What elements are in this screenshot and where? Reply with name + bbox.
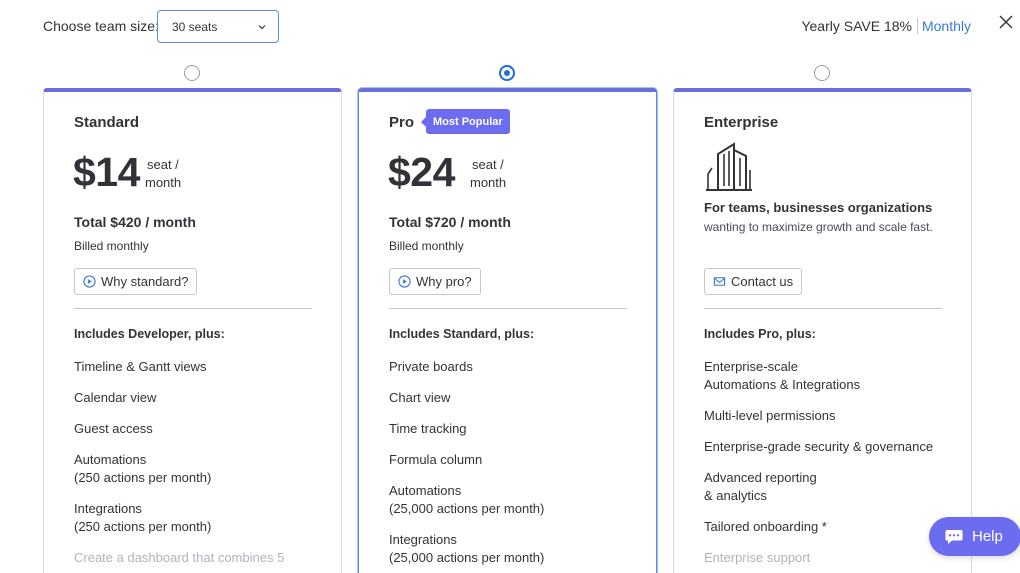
help-button[interactable]: Help bbox=[929, 517, 1020, 556]
contact-us-label: Contact us bbox=[731, 274, 794, 289]
mail-icon bbox=[713, 277, 726, 286]
plan-name: Enterprise bbox=[704, 114, 779, 131]
feature-item: Create a dashboard that combines 5 bbox=[74, 550, 285, 565]
includes-heading: Includes Standard, plus: bbox=[389, 327, 535, 341]
feature-item: Time tracking bbox=[389, 421, 467, 436]
why-standard-label: Why standard? bbox=[101, 274, 189, 289]
yearly-option[interactable]: Yearly SAVE 18% bbox=[801, 18, 912, 34]
feature-item: Guest access bbox=[74, 421, 153, 436]
feature-item: Private boards bbox=[389, 359, 473, 374]
plan-price: $24 bbox=[388, 149, 455, 195]
divider bbox=[389, 308, 627, 309]
billed-text: Billed monthly bbox=[74, 239, 149, 253]
price-unit-line1: seat / bbox=[472, 157, 504, 172]
feature-item: Tailored onboarding * bbox=[704, 519, 827, 534]
plan-name: Pro bbox=[389, 114, 415, 131]
team-size-label: Choose team size: bbox=[43, 18, 159, 34]
top-bar: Choose team size: 30 seats Yearly SAVE 1… bbox=[0, 0, 1020, 56]
radio-standard[interactable] bbox=[184, 65, 200, 81]
feature-item: Calendar view bbox=[74, 390, 157, 405]
plan-name: Standard bbox=[74, 114, 140, 131]
plan-card-pro[interactable]: Pro Most Popular $24 seat / month Total … bbox=[358, 88, 657, 573]
price-unit: seat / month bbox=[470, 156, 506, 192]
feature-item: Enterprise support bbox=[704, 550, 811, 565]
team-size-value: 30 seats bbox=[172, 19, 218, 34]
plan-total: Total $720 / month bbox=[389, 214, 511, 230]
divider bbox=[704, 308, 942, 309]
feature-item: Advanced reporting & analytics bbox=[704, 470, 817, 503]
feature-item: Multi-level permissions bbox=[704, 408, 836, 423]
why-pro-label: Why pro? bbox=[416, 274, 472, 289]
plan-total: Total $420 / month bbox=[74, 214, 196, 230]
price-unit: seat / month bbox=[145, 156, 181, 192]
includes-heading: Includes Pro, plus: bbox=[704, 327, 816, 341]
monthly-option[interactable]: Monthly bbox=[922, 18, 971, 34]
why-standard-button[interactable]: Why standard? bbox=[74, 268, 198, 295]
feature-item: Enterprise-grade security & governance bbox=[704, 439, 934, 454]
billing-divider bbox=[916, 18, 918, 34]
contact-us-button[interactable]: Contact us bbox=[704, 268, 803, 295]
feature-item: Timeline & Gantt views bbox=[74, 359, 207, 374]
feature-item: Automations (250 actions per month) bbox=[74, 452, 212, 485]
chevron-down-icon bbox=[258, 25, 266, 30]
feature-item: Chart view bbox=[389, 390, 451, 405]
price-unit-line2: month bbox=[470, 175, 507, 190]
why-pro-button[interactable]: Why pro? bbox=[389, 268, 481, 295]
feature-item: Integrations (250 actions per month) bbox=[74, 501, 212, 534]
radio-pro[interactable] bbox=[499, 65, 515, 81]
close-icon[interactable] bbox=[996, 12, 1016, 32]
feature-item: Automations (25,000 actions per month) bbox=[389, 483, 545, 516]
feature-item: Enterprise-scale Automations & Integrati… bbox=[704, 359, 861, 392]
includes-heading: Includes Developer, plus: bbox=[74, 327, 225, 341]
price-unit-line1: seat / bbox=[147, 157, 179, 172]
plan-card-enterprise[interactable]: Enterprise For teams, businesses organiz… bbox=[673, 88, 972, 573]
billing-toggle: Yearly SAVE 18% Monthly bbox=[801, 18, 971, 34]
team-size-select[interactable]: 30 seats bbox=[157, 10, 279, 43]
divider bbox=[74, 308, 312, 309]
feature-item: Integrations (25,000 actions per month) bbox=[389, 532, 545, 565]
enterprise-description-bold: For teams, businesses organizations bbox=[704, 200, 933, 215]
radio-enterprise[interactable] bbox=[814, 65, 830, 81]
billed-text: Billed monthly bbox=[389, 239, 464, 253]
price-unit-line2: month bbox=[145, 175, 182, 190]
play-circle-icon bbox=[398, 275, 411, 288]
play-circle-icon bbox=[83, 275, 96, 288]
feature-item: Formula column bbox=[389, 452, 483, 467]
enterprise-description: For teams, businesses organizations want… bbox=[704, 198, 944, 237]
chat-icon bbox=[945, 529, 963, 544]
most-popular-badge: Most Popular bbox=[421, 109, 510, 134]
help-label: Help bbox=[972, 528, 1003, 545]
building-icon bbox=[706, 142, 752, 191]
plan-card-standard[interactable]: Standard $14 seat / month Total $420 / m… bbox=[43, 88, 342, 573]
enterprise-description-rest: wanting to maximize growth and scale fas… bbox=[704, 220, 933, 234]
plan-price: $14 bbox=[73, 149, 140, 195]
